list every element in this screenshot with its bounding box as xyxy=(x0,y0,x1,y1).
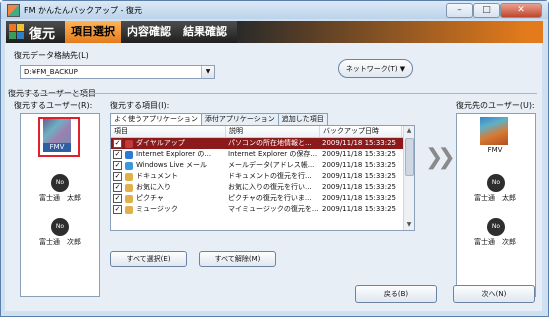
step-result: 結果確認 xyxy=(183,25,228,38)
tab-added-items[interactable]: 追加した項目 xyxy=(277,113,328,125)
table-scrollbar[interactable]: ▲ ▼ xyxy=(403,126,414,230)
deselect-all-button[interactable]: すべて解除(M) xyxy=(199,251,276,267)
item-icon xyxy=(125,183,133,192)
table-row[interactable]: ✓ ドキュメント ドキュメントの復元を行... 2009/11/18 15:33:25 xyxy=(111,171,414,182)
minimize-button[interactable]: – xyxy=(446,3,473,18)
chevron-down-icon[interactable]: ▼ xyxy=(201,66,214,78)
step-select-items: 項目選択 xyxy=(65,21,122,43)
wizard-header: 復元 項目選択 内容確認 結果確認 xyxy=(6,21,543,43)
items-table: 項目 説明 バックアップ日時 ✓ ダイヤルアップ パソコンの所在地情報と... 200… xyxy=(110,125,415,231)
date-cell: 2009/11/18 15:33:25 xyxy=(322,150,397,158)
checkbox[interactable]: ✓ xyxy=(113,194,122,203)
date-cell: 2009/11/18 15:33:25 xyxy=(322,139,397,147)
maximize-button[interactable]: □ xyxy=(473,3,500,18)
back-button[interactable]: 戻る(B) xyxy=(355,285,437,303)
column-header-date[interactable]: バックアップ日時 xyxy=(320,126,402,137)
item-name: ドキュメント xyxy=(136,172,178,180)
checkbox[interactable]: ✓ xyxy=(113,139,122,148)
item-name: Internet Explorer の... xyxy=(136,150,212,158)
table-row[interactable]: ✓ お気に入り お気に入りの復元を行い... 2009/11/18 15:33:25 xyxy=(111,182,414,193)
checkbox[interactable]: ✓ xyxy=(113,172,122,181)
date-cell: 2009/11/18 15:33:25 xyxy=(322,161,397,169)
item-name: ピクチャ xyxy=(136,194,164,202)
item-cell: ✓ ドキュメント xyxy=(111,171,226,182)
scroll-thumb[interactable] xyxy=(405,138,414,176)
scroll-down-icon[interactable]: ▼ xyxy=(404,220,414,230)
description-cell: Internet Explorer の保存... xyxy=(228,150,318,158)
checkbox[interactable]: ✓ xyxy=(113,183,122,192)
user-avatar-icon: No xyxy=(51,218,69,236)
source-user-jiro[interactable]: 富士通 次郎 xyxy=(31,237,89,247)
destination-label: 復元データ格納先(L) xyxy=(14,51,89,60)
item-cell: ✓ ピクチャ xyxy=(111,193,226,204)
item-cell: ✓ Internet Explorer の... xyxy=(111,149,226,160)
table-header: 項目 説明 バックアップ日時 xyxy=(111,126,414,138)
description-cell: ドキュメントの復元を行... xyxy=(228,172,312,180)
checkbox[interactable]: ✓ xyxy=(113,205,122,214)
table-row[interactable]: ✓ Internet Explorer の... Internet Explorer… xyxy=(111,149,414,160)
double-chevron-right-icon: ❯❯ xyxy=(425,145,456,170)
destination-select[interactable]: D:¥FM_BACKUP ▼ xyxy=(20,65,215,79)
item-icon xyxy=(125,172,133,181)
table-row[interactable]: ✓ ダイヤルアップ パソコンの所在地情報と... 2009/11/18 15:33:2… xyxy=(111,138,414,149)
source-users-label: 復元するユーザー(R): xyxy=(14,101,93,110)
items-label: 復元する項目(I): xyxy=(110,101,170,110)
select-all-button[interactable]: すべて選択(E) xyxy=(110,251,187,267)
checkbox[interactable]: ✓ xyxy=(113,161,122,170)
close-button[interactable]: ✕ xyxy=(500,3,542,18)
target-user-fmv[interactable]: FMV xyxy=(466,146,524,154)
step-confirm: 内容確認 xyxy=(127,25,172,38)
source-user-fmv-label: FMV xyxy=(43,143,71,152)
description-cell: マイミュージックの復元を... xyxy=(228,205,319,213)
user-avatar-icon: No xyxy=(51,174,69,192)
description-cell: お気に入りの復元を行い... xyxy=(228,183,312,191)
item-name: ダイヤルアップ xyxy=(136,139,185,147)
window-title: FM かんたんバックアップ - 復元 xyxy=(24,5,143,15)
description-cell: パソコンの所在地情報と... xyxy=(228,139,312,147)
date-cell: 2009/11/18 15:33:25 xyxy=(322,172,397,180)
item-cell: ✓ Windows Live メール xyxy=(111,160,226,171)
fmv-avatar xyxy=(480,117,508,145)
item-icon xyxy=(125,205,133,214)
item-icon xyxy=(125,194,133,203)
network-button[interactable]: ネットワーク(T) ▼ xyxy=(338,59,413,78)
date-cell: 2009/11/18 15:33:25 xyxy=(322,183,397,191)
date-cell: 2009/11/18 15:33:25 xyxy=(322,205,397,213)
description-cell: ピクチャの復元を行いま... xyxy=(228,194,312,202)
source-user-taro[interactable]: 富士通 太郎 xyxy=(31,193,89,203)
date-cell: 2009/11/18 15:33:25 xyxy=(322,194,397,202)
item-cell: ✓ お気に入り xyxy=(111,182,226,193)
next-button[interactable]: 次へ(N) xyxy=(453,285,535,303)
wizard-title: 復元 xyxy=(29,26,56,42)
header-gradient xyxy=(237,21,543,43)
item-name: ミュージック xyxy=(136,205,178,213)
column-header-item[interactable]: 項目 xyxy=(111,126,226,137)
section-divider xyxy=(12,93,537,94)
table-row[interactable]: ✓ ミュージック マイミュージックの復元を... 2009/11/18 15:33:2… xyxy=(111,204,414,215)
user-avatar-icon: No xyxy=(487,218,505,236)
target-user-jiro[interactable]: 富士通 次郎 xyxy=(466,237,524,247)
target-user-taro[interactable]: 富士通 太郎 xyxy=(466,193,524,203)
tab-bundled-apps[interactable]: 添付アプリケーション xyxy=(200,113,279,125)
target-users-label: 復元先のユーザー(U): xyxy=(456,101,535,110)
title-bar: FM かんたんバックアップ - 復元 – □ ✕ xyxy=(1,1,548,19)
item-icon xyxy=(125,139,133,148)
description-cell: メールデータ(アドレス帳... xyxy=(228,161,315,169)
item-cell: ✓ ミュージック xyxy=(111,204,226,215)
item-name: お気に入り xyxy=(136,183,171,191)
column-header-description[interactable]: 説明 xyxy=(226,126,320,137)
user-avatar-icon: No xyxy=(487,174,505,192)
scroll-up-icon[interactable]: ▲ xyxy=(404,126,414,136)
table-row[interactable]: ✓ Windows Live メール メールデータ(アドレス帳... 2009/11/… xyxy=(111,160,414,171)
logo-icon xyxy=(9,24,25,40)
app-icon xyxy=(7,3,20,17)
table-row[interactable]: ✓ ピクチャ ピクチャの復元を行いま... 2009/11/18 15:33:25 xyxy=(111,193,414,204)
item-cell: ✓ ダイヤルアップ xyxy=(111,138,226,149)
destination-value: D:¥FM_BACKUP xyxy=(24,68,78,76)
item-name: Windows Live メール xyxy=(136,161,207,169)
item-icon xyxy=(125,161,133,170)
checkbox[interactable]: ✓ xyxy=(113,150,122,159)
item-icon xyxy=(125,150,133,159)
